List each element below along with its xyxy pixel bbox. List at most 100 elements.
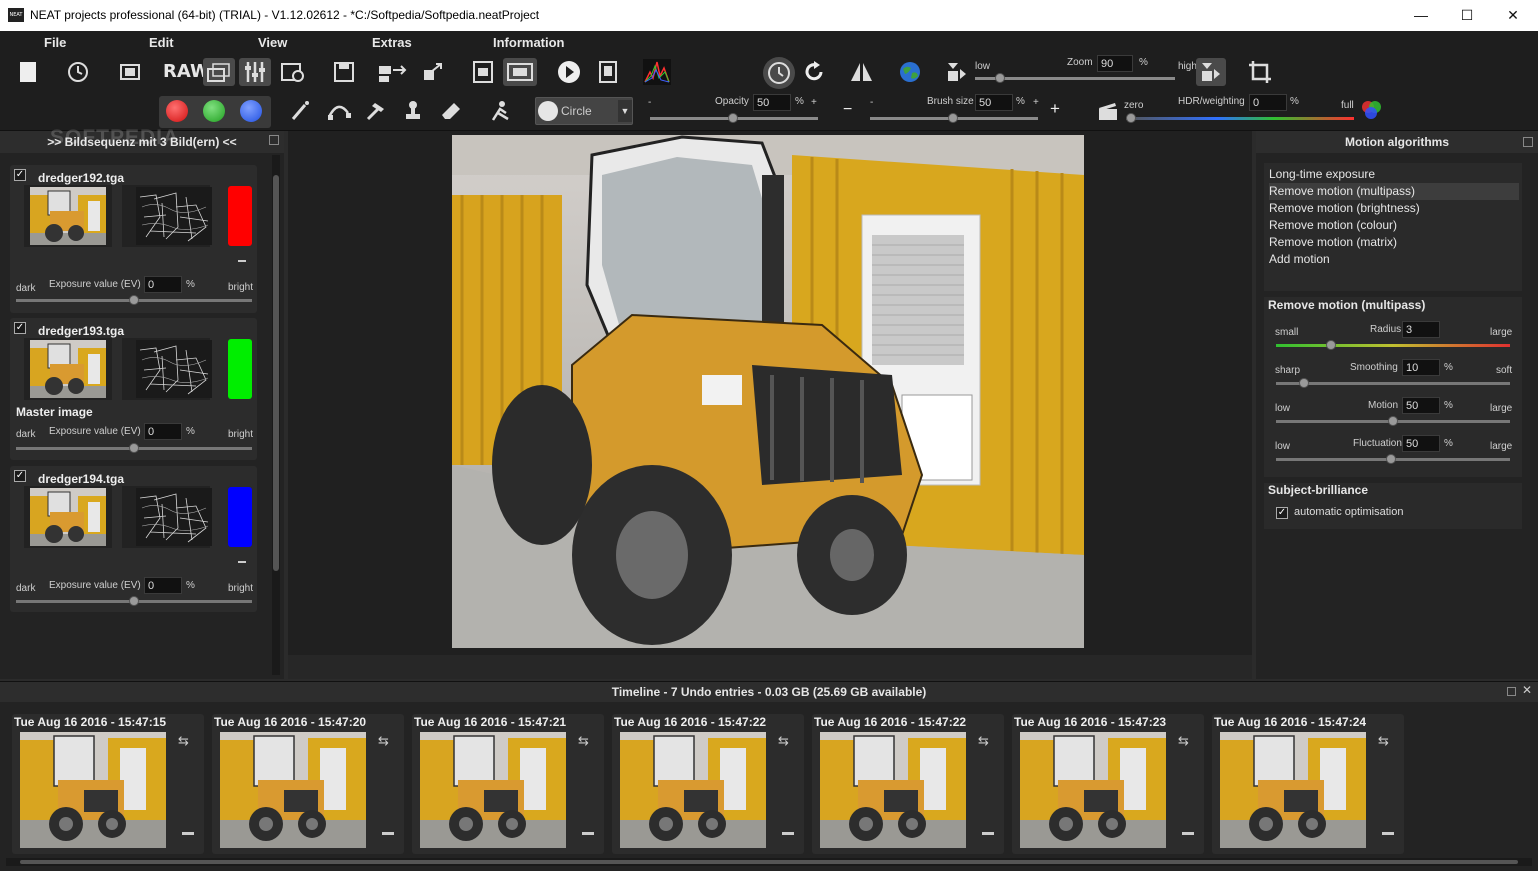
fluctuation-input[interactable]: 50: [1402, 435, 1440, 452]
channel-color-bar[interactable]: [228, 339, 252, 399]
menu-information[interactable]: Information: [493, 35, 565, 50]
algorithm-item[interactable]: Remove motion (colour): [1269, 217, 1519, 234]
undock-icon[interactable]: [1507, 687, 1516, 696]
timeline-entry[interactable]: Tue Aug 16 2016 - 15:47:20 ⇆: [212, 714, 404, 854]
report-icon[interactable]: [469, 58, 497, 86]
close-timeline-icon[interactable]: ✕: [1522, 683, 1532, 697]
red-channel-button[interactable]: [166, 100, 188, 122]
radius-slider-track[interactable]: [1276, 344, 1510, 347]
remove-icon[interactable]: [382, 832, 394, 835]
remove-icon[interactable]: [238, 260, 246, 262]
hdr-input[interactable]: 0: [1249, 94, 1287, 111]
hdr-slider-track[interactable]: [1126, 117, 1354, 120]
undock-icon[interactable]: [1523, 137, 1533, 147]
zoom-input[interactable]: 90: [1097, 55, 1133, 72]
timeline-scrollbar-thumb[interactable]: [20, 860, 1518, 864]
image-checkbox[interactable]: ✓: [14, 169, 26, 181]
radius-input[interactable]: 3: [1402, 321, 1440, 338]
motion-input[interactable]: 50: [1402, 397, 1440, 414]
remove-icon[interactable]: [782, 832, 794, 835]
image-checkbox[interactable]: ✓: [14, 322, 26, 334]
restore-icon[interactable]: ⇆: [178, 734, 200, 750]
restore-icon[interactable]: ⇆: [1178, 734, 1200, 750]
curve-tool-icon[interactable]: [325, 97, 353, 125]
remove-icon[interactable]: [238, 561, 246, 563]
close-button[interactable]: ✕: [1490, 0, 1536, 31]
motion-slider-thumb[interactable]: [1388, 416, 1398, 426]
menu-extras[interactable]: Extras: [372, 35, 412, 50]
ev-input[interactable]: 0: [144, 577, 182, 594]
save-icon[interactable]: [330, 58, 358, 86]
undock-icon[interactable]: [269, 135, 279, 145]
algorithm-item[interactable]: Remove motion (matrix): [1269, 234, 1519, 251]
crop-icon[interactable]: [1246, 58, 1274, 86]
restore-icon[interactable]: ⇆: [778, 734, 800, 750]
timeline-entry[interactable]: Tue Aug 16 2016 - 15:47:22 ⇆: [612, 714, 804, 854]
blue-channel-button[interactable]: [240, 100, 262, 122]
image-checkbox[interactable]: ✓: [14, 470, 26, 482]
timeline-entry[interactable]: Tue Aug 16 2016 - 15:47:24 ⇆: [1212, 714, 1404, 854]
adjust-sliders-icon[interactable]: [239, 58, 271, 86]
rgb-weighting-icon[interactable]: [1358, 97, 1386, 125]
brush-shape-select[interactable]: Circle ▼: [535, 97, 633, 125]
algorithm-item[interactable]: Remove motion (brightness): [1269, 200, 1519, 217]
opacity-slider-thumb[interactable]: [728, 113, 738, 123]
algorithm-item[interactable]: Long-time exposure: [1269, 166, 1519, 183]
remove-icon[interactable]: [1182, 832, 1194, 835]
brush-size-input[interactable]: 50: [975, 94, 1013, 111]
export-icon[interactable]: [376, 58, 410, 86]
algorithm-item[interactable]: Add motion: [1269, 251, 1519, 268]
ev-slider-thumb[interactable]: [129, 443, 139, 453]
maximize-button[interactable]: ☐: [1444, 0, 1490, 31]
open-images-icon[interactable]: [116, 58, 144, 86]
remove-icon[interactable]: [182, 832, 194, 835]
brush-decrease-button[interactable]: −: [843, 101, 852, 119]
new-project-icon[interactable]: [14, 58, 42, 86]
raw-button[interactable]: RAW: [163, 58, 210, 86]
menu-edit[interactable]: Edit: [149, 35, 174, 50]
menu-file[interactable]: File: [44, 35, 66, 50]
history-icon[interactable]: [64, 58, 92, 86]
rotate-icon[interactable]: [800, 58, 828, 86]
brush-increase-button[interactable]: +: [1050, 99, 1060, 119]
filmstrip-icon[interactable]: [503, 58, 537, 86]
restore-icon[interactable]: ⇆: [1378, 734, 1400, 750]
hammer-icon[interactable]: [362, 97, 390, 125]
timeline-entry[interactable]: Tue Aug 16 2016 - 15:47:22 ⇆: [812, 714, 1004, 854]
smoothing-slider-thumb[interactable]: [1299, 378, 1309, 388]
opacity-input[interactable]: 50: [753, 94, 791, 111]
auto-optimisation-checkbox[interactable]: ✓: [1276, 507, 1288, 519]
ev-slider-thumb[interactable]: [129, 295, 139, 305]
zoom-fit-icon[interactable]: [943, 58, 971, 86]
smoothing-slider-track[interactable]: [1276, 382, 1510, 385]
brush-size-slider-thumb[interactable]: [948, 113, 958, 123]
share-icon[interactable]: [419, 58, 447, 86]
info-sheet-icon[interactable]: [594, 58, 622, 86]
stamp-icon[interactable]: [399, 97, 427, 125]
flip-icon[interactable]: [847, 58, 875, 86]
timeline-scrollbar[interactable]: [6, 858, 1532, 866]
restore-icon[interactable]: ⇆: [578, 734, 600, 750]
ev-input[interactable]: 0: [144, 423, 182, 440]
left-scrollbar-thumb[interactable]: [273, 175, 279, 571]
restore-icon[interactable]: ⇆: [978, 734, 1000, 750]
menu-view[interactable]: View: [258, 35, 287, 50]
histogram-icon[interactable]: [641, 58, 673, 86]
ev-input[interactable]: 0: [144, 276, 182, 293]
remove-icon[interactable]: [582, 832, 594, 835]
zoom-high-icon[interactable]: [1196, 58, 1226, 86]
timeline-entry[interactable]: Tue Aug 16 2016 - 15:47:15 ⇆: [12, 714, 204, 854]
refresh-clock-icon[interactable]: [763, 57, 795, 89]
remove-icon[interactable]: [1382, 832, 1394, 835]
play-icon[interactable]: [555, 58, 583, 86]
ev-slider-thumb[interactable]: [129, 596, 139, 606]
eraser-icon[interactable]: [437, 97, 465, 125]
timeline-entry[interactable]: Tue Aug 16 2016 - 15:47:23 ⇆: [1012, 714, 1204, 854]
brush-icon[interactable]: [287, 97, 315, 125]
main-image-preview[interactable]: [452, 135, 1084, 648]
algorithm-item-selected[interactable]: Remove motion (multipass): [1269, 183, 1519, 200]
clapper-icon[interactable]: [1094, 97, 1122, 125]
restore-icon[interactable]: ⇆: [378, 734, 400, 750]
zoom-slider-thumb[interactable]: [995, 73, 1005, 83]
green-channel-button[interactable]: [203, 100, 225, 122]
